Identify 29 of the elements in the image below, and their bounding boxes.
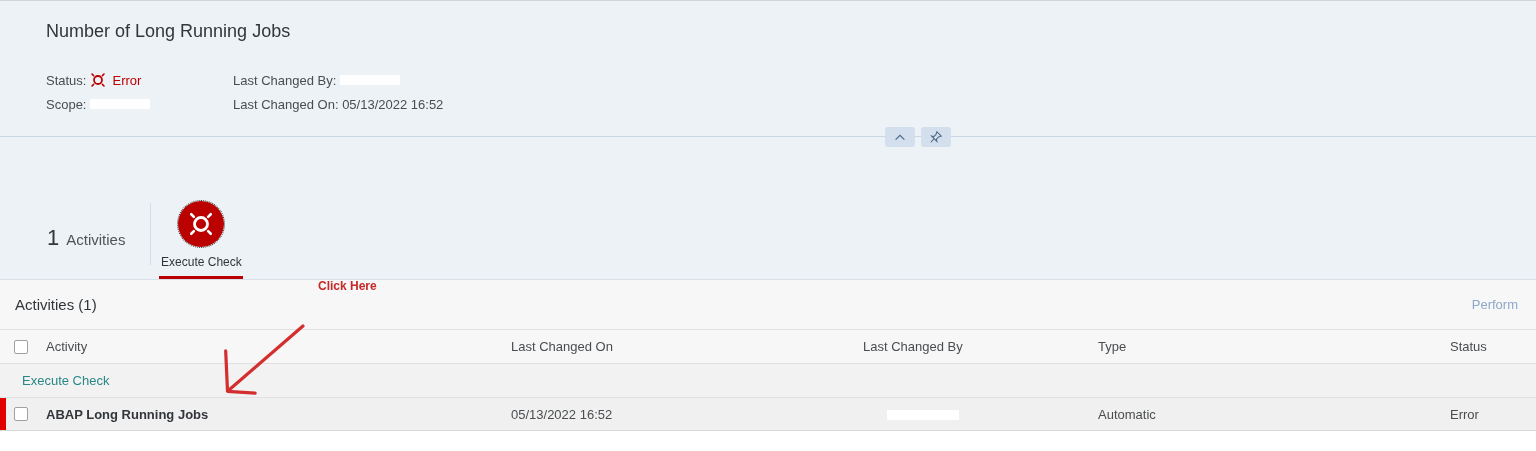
page-title: Number of Long Running Jobs: [46, 21, 292, 41]
table-cell-text: ABAP Long Running Jobs: [46, 406, 210, 422]
column-header: Last Changed By: [863, 339, 964, 354]
column-header: Last Changed On: [511, 339, 614, 354]
activity-label: Activities: [66, 231, 126, 248]
pin-button[interactable]: [921, 127, 951, 147]
field-label: Scope:: [46, 96, 87, 112]
pin-icon: [929, 130, 943, 144]
row-checkbox[interactable]: [14, 407, 28, 421]
field-label: Status:: [46, 72, 87, 88]
error-icon: [90, 72, 107, 88]
collapse-button[interactable]: [885, 127, 915, 147]
field-label: Last Changed On: 05/13/2022 16:52: [233, 96, 444, 112]
execute-check-tab[interactable]: Execute Check: [159, 201, 244, 279]
status-text: Error: [112, 72, 142, 88]
column-header: Activity: [46, 339, 89, 354]
row-highlight: [0, 398, 6, 430]
table-cell-text: 05/13/2022 16:52: [511, 406, 614, 422]
column-header: Type: [1098, 339, 1128, 354]
field-label: Last Changed By:: [233, 72, 337, 88]
table-cell-text: Automatic: [1098, 406, 1157, 422]
annotation-text: Click Here: [318, 279, 377, 293]
table-cell-text: Error: [1450, 406, 1480, 422]
table-title: Activities (1): [15, 296, 97, 313]
column-header: Status: [1450, 339, 1488, 354]
activity-count: 1: [47, 225, 60, 251]
error-icon: [178, 201, 225, 247]
select-all-checkbox[interactable]: [14, 339, 28, 354]
group-title: Execute Check: [22, 373, 110, 388]
